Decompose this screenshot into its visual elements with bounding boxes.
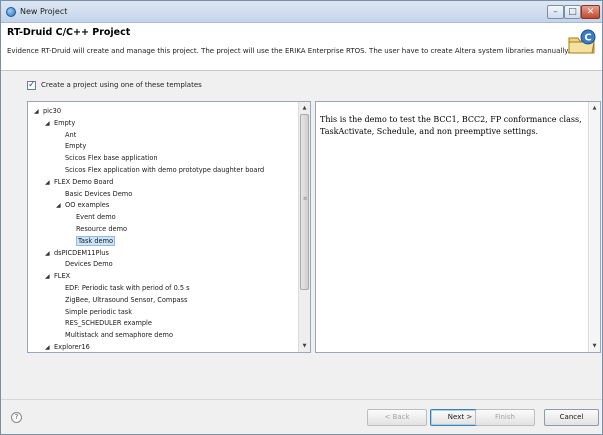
tree-item[interactable]: Event demo: [67, 212, 116, 222]
expand-arrow-icon[interactable]: ◢: [45, 178, 54, 188]
checkmark-icon: ✓: [28, 79, 36, 90]
banner-title: RT-Druid C/C++ Project: [7, 27, 131, 38]
tree-item-label: Scicos Flex application with demo protot…: [65, 166, 265, 174]
template-description-panel: This is the demo to test the BCC1, BCC2,…: [315, 101, 601, 353]
scroll-up-icon[interactable]: ▲: [299, 103, 310, 113]
footer-divider: [1, 399, 602, 400]
cancel-button[interactable]: Cancel: [544, 409, 599, 426]
scroll-up-icon[interactable]: ▲: [589, 103, 600, 113]
tree-item[interactable]: ◢ dsPICDEM11Plus: [45, 248, 109, 258]
title-bar[interactable]: New Project – □ ✕: [1, 1, 602, 23]
minimize-button[interactable]: –: [547, 5, 564, 19]
tree-item[interactable]: ◢ FLEX: [45, 271, 70, 281]
tree-item-label: Ant: [65, 130, 77, 139]
expand-arrow-icon[interactable]: ◢: [45, 343, 54, 352]
tree-item[interactable]: Simple periodic task: [56, 307, 132, 317]
tree-item-label: Empty: [54, 118, 76, 127]
tree-item-label: Multistack and semaphore demo: [65, 331, 173, 340]
tree-item-label: Resource demo: [76, 225, 128, 233]
tree-item-label: pic30: [43, 107, 62, 115]
tree-item[interactable]: ◢ OO examples: [56, 200, 109, 210]
scroll-down-icon[interactable]: ▼: [299, 341, 310, 351]
description-scrollbar[interactable]: ▲ ▼: [588, 102, 600, 352]
back-button[interactable]: < Back: [367, 409, 427, 426]
tree-item-label: FLEX: [54, 272, 71, 281]
tree-scroll-thumb[interactable]: ≡: [300, 114, 309, 290]
tree-item-label: Event demo: [76, 213, 116, 222]
tree-item[interactable]: Scicos Flex application with demo protot…: [56, 165, 264, 175]
tree-item-label: Basic Devices Demo: [65, 189, 133, 198]
tree-item-label: Scicos Flex base application: [65, 154, 158, 163]
expand-arrow-icon[interactable]: ◢: [34, 107, 43, 117]
expand-arrow-icon[interactable]: ◢: [45, 272, 54, 282]
template-description: This is the demo to test the BCC1, BCC2,…: [320, 115, 582, 136]
tree-item[interactable]: ◢ pic30: [34, 106, 61, 116]
expand-arrow-icon[interactable]: ◢: [45, 119, 54, 129]
template-tree-panel[interactable]: ◢ pic30 ◢ Empty Ant Empty Scicos Flex base app…: [27, 101, 311, 353]
tree-item-label: Empty: [65, 142, 87, 151]
tree-item[interactable]: ◢ FLEX Demo Board: [45, 177, 113, 187]
tree-item-label: FLEX Demo Board: [54, 177, 114, 186]
tree-item[interactable]: Multistack and semaphore demo: [56, 330, 173, 340]
new-project-window: New Project – □ ✕ RT-Druid C/C++ Project…: [0, 0, 603, 435]
expand-arrow-icon[interactable]: ◢: [45, 249, 54, 259]
expand-arrow-icon[interactable]: ◢: [56, 201, 65, 211]
template-tree[interactable]: ◢ pic30 ◢ Empty Ant Empty Scicos Flex base app…: [28, 102, 297, 352]
svg-text:C: C: [584, 33, 591, 44]
tree-item-label: Explorer16: [54, 343, 90, 351]
tree-item-label: OO examples: [65, 201, 110, 210]
tree-item[interactable]: Scicos Flex base application: [56, 153, 158, 163]
tree-item-label: Devices Demo: [65, 260, 113, 269]
finish-button[interactable]: Finish: [475, 409, 535, 426]
wizard-banner: RT-Druid C/C++ Project Evidence RT-Druid…: [1, 23, 602, 71]
tree-item-label: ZigBee, Ultrasound Sensor, Compass: [65, 295, 188, 304]
close-button[interactable]: ✕: [581, 5, 600, 19]
tree-item[interactable]: Ant: [56, 130, 76, 140]
tree-item[interactable]: ◢ Empty: [45, 118, 75, 128]
tree-item-label: RES_SCHEDULER example: [65, 319, 152, 328]
tree-item-label: Simple periodic task: [65, 307, 133, 316]
maximize-button[interactable]: □: [564, 5, 581, 19]
template-checkbox-label: Create a project using one of these temp…: [41, 81, 202, 89]
grip-icon: ≡: [303, 196, 308, 202]
tree-item-label: Task demo: [76, 235, 116, 246]
tree-item[interactable]: EDF: Periodic task with period of 0.5 s: [56, 283, 190, 293]
tree-item[interactable]: ZigBee, Ultrasound Sensor, Compass: [56, 295, 187, 305]
scroll-down-icon[interactable]: ▼: [589, 341, 600, 351]
window-title: New Project: [20, 7, 68, 16]
banner-description: Evidence RT-Druid will create and manage…: [7, 47, 570, 55]
help-icon[interactable]: ?: [11, 412, 22, 423]
tree-item[interactable]: Devices Demo: [56, 259, 113, 269]
tree-item[interactable]: ◢ Explorer16: [45, 342, 90, 352]
tree-item-label: dsPICDEM11Plus: [54, 248, 109, 257]
tree-item[interactable]: Task demo: [67, 235, 116, 246]
tree-item[interactable]: Empty: [56, 141, 86, 151]
new-c-project-icon: C: [568, 29, 596, 54]
template-checkbox-row[interactable]: ✓ Create a project using one of these te…: [27, 79, 202, 91]
tree-item[interactable]: RES_SCHEDULER example: [56, 318, 152, 328]
eclipse-app-icon: [6, 7, 16, 17]
tree-item[interactable]: Resource demo: [67, 224, 127, 234]
tree-scrollbar[interactable]: ▲ ≡ ▼: [298, 102, 310, 352]
tree-item[interactable]: Basic Devices Demo: [56, 189, 132, 199]
tree-item-label: EDF: Periodic task with period of 0.5 s: [65, 284, 190, 292]
template-checkbox[interactable]: ✓: [27, 79, 36, 90]
